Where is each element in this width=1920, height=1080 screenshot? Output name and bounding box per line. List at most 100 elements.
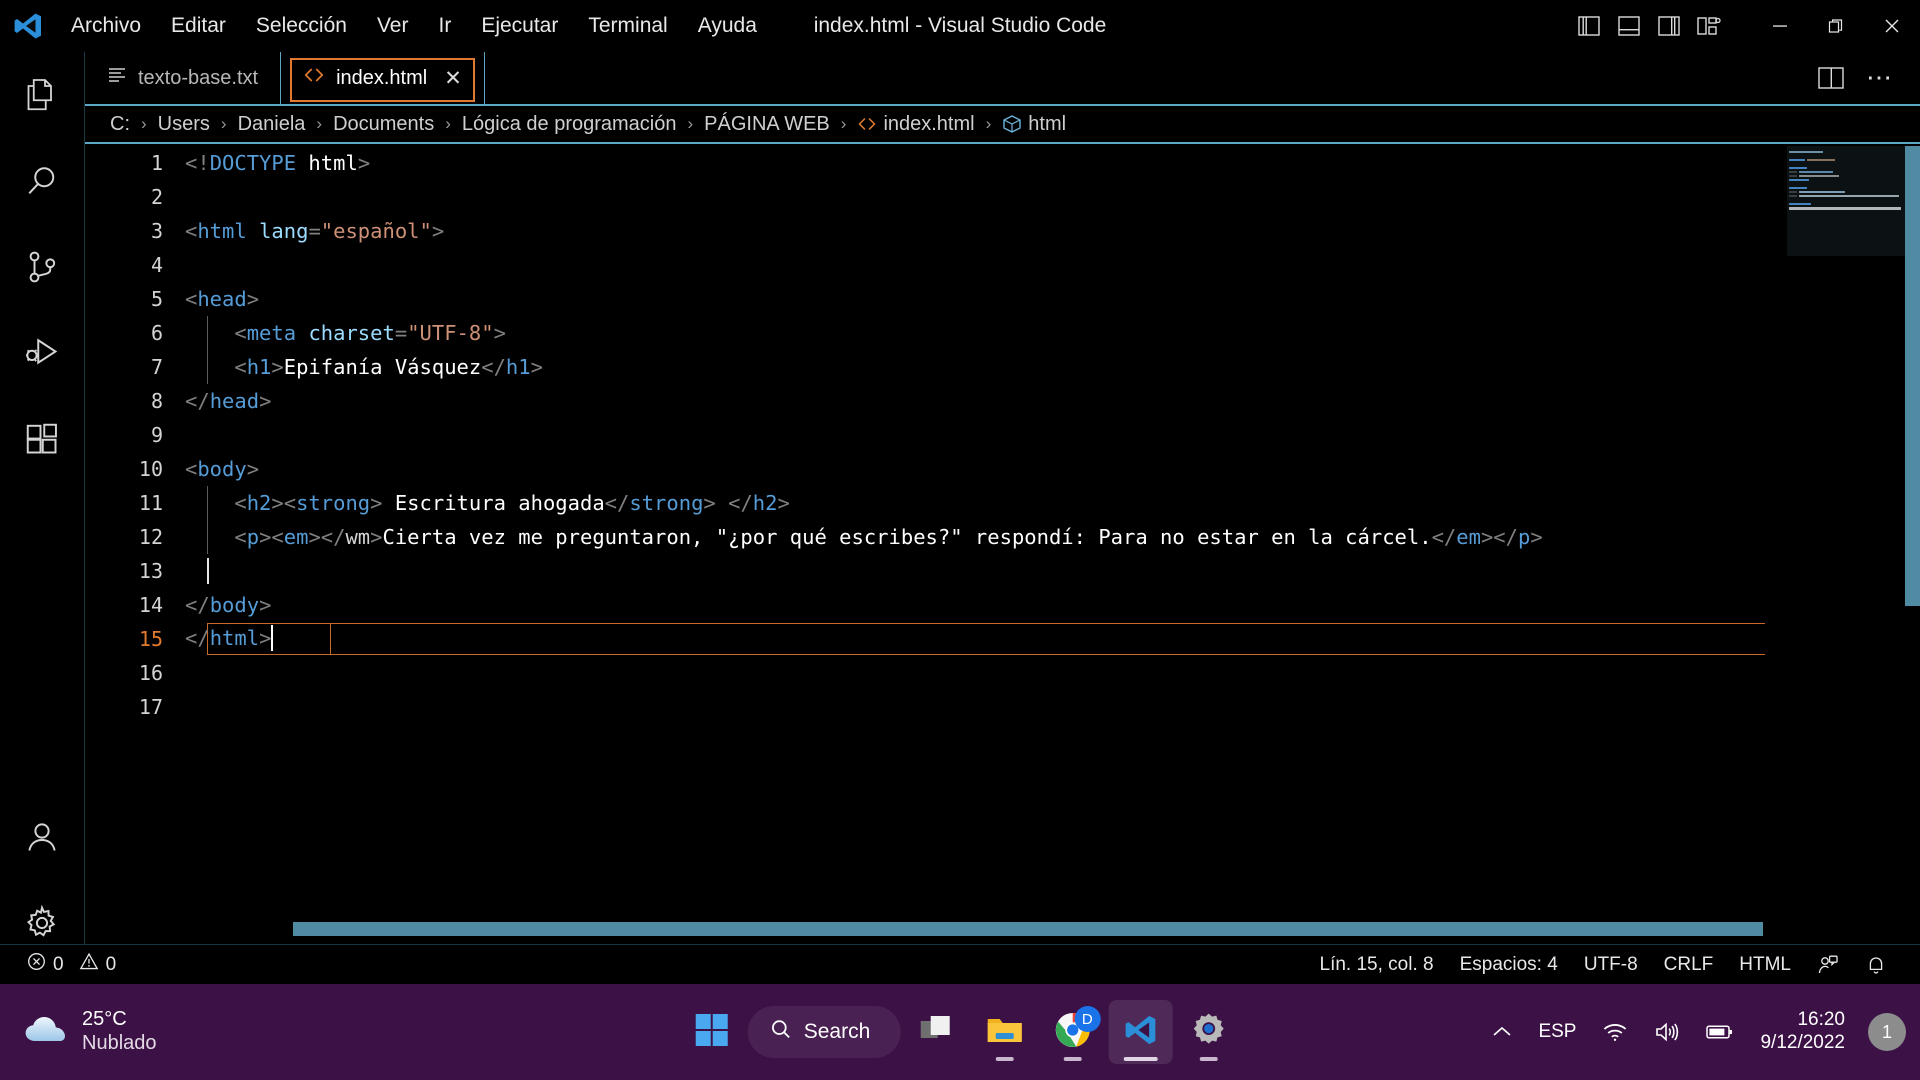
menu-editar[interactable]: Editar bbox=[156, 10, 241, 42]
tray-overflow-chevron-up-icon[interactable] bbox=[1479, 1017, 1525, 1047]
toggle-secondary-sidebar-icon[interactable] bbox=[1652, 9, 1686, 43]
window-minimize-button[interactable] bbox=[1752, 0, 1808, 52]
code-line[interactable]: 14 </body> bbox=[85, 588, 1845, 622]
line-content[interactable]: <body> bbox=[185, 457, 259, 481]
code-line[interactable]: 7 <h1>Epifanía Vásquez</h1> bbox=[85, 350, 1845, 384]
status-cursor-position[interactable]: Lín. 15, col. 8 bbox=[1307, 950, 1447, 980]
scrollbar-thumb[interactable] bbox=[1905, 146, 1920, 606]
split-editor-icon[interactable] bbox=[1812, 59, 1850, 97]
toggle-panel-icon[interactable] bbox=[1612, 9, 1646, 43]
code-line[interactable]: 2 bbox=[85, 180, 1845, 214]
taskbar-vscode-button[interactable] bbox=[1108, 1000, 1173, 1064]
breadcrumb-label: html bbox=[1028, 112, 1067, 135]
code-line[interactable]: 17 bbox=[85, 690, 1845, 724]
weather-widget[interactable]: 25°C Nublado bbox=[0, 1008, 157, 1055]
bell-icon[interactable] bbox=[1852, 950, 1900, 980]
breadcrumb-item-daniela[interactable]: Daniela bbox=[235, 112, 309, 137]
line-content[interactable]: <!DOCTYPE html> bbox=[185, 151, 370, 175]
code-line[interactable]: 16 bbox=[85, 656, 1845, 690]
line-content[interactable]: <h1>Epifanía Vásquez</h1> bbox=[185, 355, 543, 379]
code-line[interactable]: 1 <!DOCTYPE html> bbox=[85, 146, 1845, 180]
line-content[interactable]: <meta charset="UTF-8"> bbox=[185, 321, 506, 345]
editor-tab-bar: texto-base.txt index.html ✕ ⋯ bbox=[85, 52, 1920, 106]
tray-language-indicator[interactable]: ESP bbox=[1525, 1013, 1589, 1051]
line-content[interactable]: </head> bbox=[185, 389, 271, 413]
menu-ir[interactable]: Ir bbox=[423, 10, 466, 42]
scrollbar-thumb[interactable] bbox=[293, 922, 1763, 936]
taskbar-search-button[interactable]: Search bbox=[747, 1006, 901, 1058]
window-restore-button[interactable] bbox=[1808, 0, 1864, 52]
status-problems[interactable]: 0 0 bbox=[14, 948, 129, 981]
status-indentation[interactable]: Espacios: 4 bbox=[1447, 950, 1571, 980]
breadcrumb-item-pagina-web[interactable]: PÁGINA WEB bbox=[701, 112, 833, 137]
html-file-icon bbox=[303, 65, 325, 91]
sidebar-item-source-control[interactable] bbox=[0, 224, 85, 310]
taskbar-file-explorer-button[interactable] bbox=[972, 1000, 1036, 1064]
code-line[interactable]: 12 <p><em></wm>Cierta vez me preguntaron… bbox=[85, 520, 1845, 554]
customize-layout-icon[interactable] bbox=[1692, 9, 1726, 43]
close-icon[interactable]: ✕ bbox=[444, 66, 462, 91]
speaker-icon[interactable] bbox=[1641, 1013, 1693, 1051]
menu-ejecutar[interactable]: Ejecutar bbox=[466, 10, 573, 42]
editor-horizontal-scrollbar[interactable] bbox=[207, 922, 1767, 936]
window-close-button[interactable] bbox=[1864, 0, 1920, 52]
status-eol[interactable]: CRLF bbox=[1651, 950, 1727, 980]
code-line-current[interactable]: 15 </html> bbox=[85, 622, 1845, 656]
code-line[interactable]: 11 <h2><strong> Escritura ahogada</stron… bbox=[85, 486, 1845, 520]
system-tray: ESP 16:20 9/12/2022 1 bbox=[1479, 984, 1920, 1080]
taskbar-task-view-button[interactable] bbox=[904, 1000, 968, 1064]
clock-date[interactable]: 16:20 9/12/2022 bbox=[1747, 1001, 1858, 1063]
code-line[interactable]: 9 bbox=[85, 418, 1845, 452]
toggle-primary-sidebar-icon[interactable] bbox=[1572, 9, 1606, 43]
code-line[interactable]: 4 bbox=[85, 248, 1845, 282]
editor-vertical-scrollbar[interactable] bbox=[1905, 146, 1920, 936]
breadcrumb-item-logica[interactable]: Lógica de programación bbox=[459, 112, 680, 137]
breadcrumb-item-users[interactable]: Users bbox=[155, 112, 213, 137]
more-actions-icon[interactable]: ⋯ bbox=[1860, 59, 1898, 97]
sidebar-item-extensions[interactable] bbox=[0, 396, 85, 482]
line-content[interactable]: <head> bbox=[185, 287, 259, 311]
code-line[interactable]: 13 bbox=[85, 554, 1845, 588]
taskbar-chrome-button[interactable]: D bbox=[1040, 1000, 1104, 1064]
sidebar-item-run-debug[interactable] bbox=[0, 310, 85, 396]
breadcrumb-item-documents[interactable]: Documents bbox=[330, 112, 437, 137]
menu-archivo[interactable]: Archivo bbox=[56, 10, 156, 42]
taskbar-settings-button[interactable] bbox=[1176, 1000, 1240, 1064]
clock-text: 16:20 9/12/2022 bbox=[1760, 1009, 1845, 1055]
line-number: 9 bbox=[150, 423, 163, 447]
line-content[interactable]: </body> bbox=[185, 593, 271, 617]
line-content[interactable]: <h2><strong> Escritura ahogada</strong> … bbox=[185, 491, 789, 515]
code-line[interactable]: 10 <body> bbox=[85, 452, 1845, 486]
menu-seleccion[interactable]: Selección bbox=[241, 10, 362, 42]
code-line[interactable]: 8 </head> bbox=[85, 384, 1845, 418]
windows-taskbar: 25°C Nublado Search D ESP 16:20 9/12/202… bbox=[0, 984, 1920, 1080]
code-line[interactable]: 5 <head> bbox=[85, 282, 1845, 316]
code-editor[interactable]: 1 <!DOCTYPE html> 2 3 <html lang="españo… bbox=[85, 146, 1920, 984]
line-content[interactable]: <html lang="español"> bbox=[185, 219, 444, 243]
status-encoding[interactable]: UTF-8 bbox=[1571, 950, 1651, 980]
wifi-icon[interactable] bbox=[1589, 1013, 1641, 1051]
battery-icon[interactable] bbox=[1693, 1015, 1747, 1049]
sidebar-item-explorer[interactable] bbox=[0, 52, 85, 138]
code-lines[interactable]: 1 <!DOCTYPE html> 2 3 <html lang="españo… bbox=[85, 146, 1845, 936]
breadcrumb-item-drive[interactable]: C: bbox=[107, 112, 133, 137]
menu-terminal[interactable]: Terminal bbox=[573, 10, 682, 42]
code-line[interactable]: 3 <html lang="español"> bbox=[85, 214, 1845, 248]
line-content[interactable]: </html> bbox=[185, 625, 274, 652]
minimap-slider[interactable] bbox=[1787, 146, 1905, 256]
status-language-mode[interactable]: HTML bbox=[1726, 950, 1804, 980]
menu-ayuda[interactable]: Ayuda bbox=[683, 10, 772, 42]
line-content[interactable]: <p><em></wm>Cierta vez me preguntaron, "… bbox=[185, 525, 1542, 549]
notification-badge[interactable]: 1 bbox=[1868, 1013, 1906, 1051]
breadcrumb-item-html-symbol[interactable]: html bbox=[999, 112, 1069, 137]
code-line[interactable]: 6 <meta charset="UTF-8"> bbox=[85, 316, 1845, 350]
sidebar-item-search[interactable] bbox=[0, 138, 85, 224]
breadcrumb-item-index-html[interactable]: index.html bbox=[854, 112, 977, 137]
tab-index-html[interactable]: index.html ✕ bbox=[281, 52, 485, 104]
editor-minimap[interactable] bbox=[1787, 146, 1905, 936]
taskbar-start-button[interactable] bbox=[680, 1000, 744, 1064]
menu-ver[interactable]: Ver bbox=[362, 10, 424, 42]
sidebar-item-accounts[interactable] bbox=[0, 794, 85, 880]
feedback-smiley-icon[interactable] bbox=[1804, 950, 1852, 980]
tab-texto-base-txt[interactable]: texto-base.txt bbox=[85, 52, 282, 104]
